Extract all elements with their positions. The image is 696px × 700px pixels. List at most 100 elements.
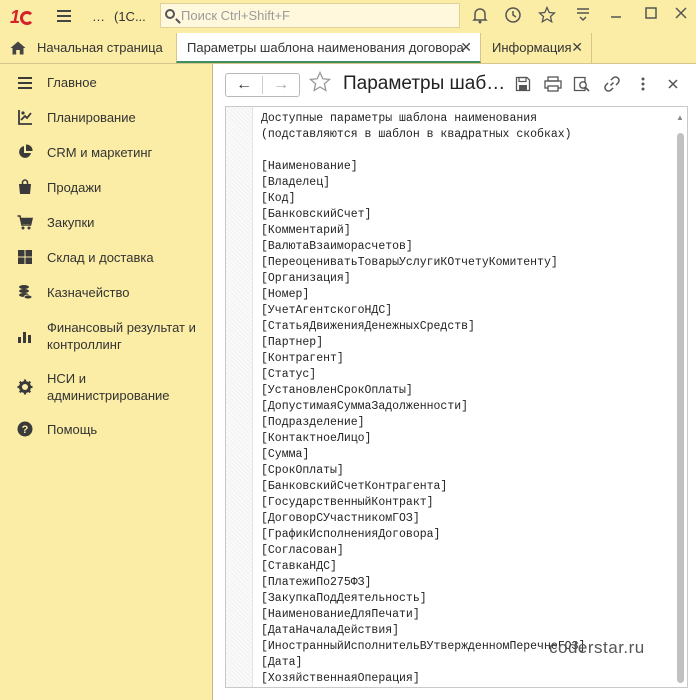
text-line: [УстановленСрокОплаты] [261, 384, 413, 397]
sidebar-item-label: Помощь [47, 422, 98, 437]
bar-chart-icon [18, 332, 31, 343]
text-line: [Организация] [261, 272, 351, 285]
text-line: [Номер] [261, 288, 310, 301]
close-window-icon[interactable] [671, 6, 691, 26]
watermark: coderstar.ru [549, 638, 645, 657]
sidebar-item-label: НСИ и администрирование [47, 371, 170, 403]
close-tab-icon[interactable]: ✕ [571, 33, 583, 62]
more-actions-icon[interactable] [634, 76, 652, 94]
sidebar-item-label: CRM и маркетинг [47, 145, 153, 160]
planning-icon [18, 110, 32, 125]
scrollbar-thumb[interactable] [677, 133, 684, 683]
menu-list-icon [18, 77, 32, 89]
text-line: [ПлатежиПо275ФЗ] [261, 576, 372, 589]
more-dots[interactable]: … [92, 9, 105, 24]
text-line: [УчетАгентскогоНДС] [261, 304, 393, 317]
sidebar-item-label: Склад и доставка [47, 250, 154, 265]
text-line: [Контрагент] [261, 352, 344, 365]
tab-home[interactable]: Начальная страница [0, 33, 175, 63]
tab-information-label: Информация [492, 40, 572, 55]
link-icon[interactable] [603, 76, 621, 94]
tab-template-params-label: Параметры шаблона наименования договора [187, 40, 464, 55]
sidebar-item-label: Финансовый результат и контроллинг [47, 320, 196, 352]
bell-icon[interactable] [470, 6, 490, 26]
text-line: [Владелец] [261, 176, 331, 189]
text-line: [КонтактноеЛицо] [261, 432, 372, 445]
preview-icon[interactable] [573, 76, 591, 94]
search-input[interactable] [181, 7, 451, 24]
back-button[interactable]: ← [226, 74, 262, 96]
text-line: [ПереоцениватьТоварыУслугиКОтчетуКомитен… [261, 256, 558, 269]
text-line: Доступные параметры шаблона наименования [261, 112, 538, 125]
sidebar-item-label: Закупки [47, 215, 95, 230]
home-icon [10, 41, 26, 55]
sidebar-item-label: Планирование [47, 110, 136, 125]
text-line: [ВалютаВзаиморасчетов] [261, 240, 413, 253]
text-gutter [226, 107, 253, 687]
text-line: [Дата] [261, 656, 303, 669]
history-icon[interactable] [503, 6, 523, 26]
nav-buttons: ← → [225, 73, 300, 97]
text-line: [БанковскийСчетКонтрагента] [261, 480, 448, 493]
favorites-icon[interactable] [537, 5, 557, 26]
text-line: [НаименованиеДляПечати] [261, 608, 420, 621]
tab-bar: Начальная страница Параметры шаблона наи… [0, 33, 696, 64]
search-icon [165, 9, 175, 19]
vertical-scrollbar[interactable]: ▲ [673, 107, 687, 687]
text-line: [Сумма] [261, 448, 310, 461]
close-form-icon[interactable] [664, 76, 682, 94]
top-bar: 1 … (1С... [0, 0, 696, 34]
main-menu-icon[interactable] [57, 10, 71, 22]
text-line: [ГосударственныйКонтракт] [261, 496, 434, 509]
help-icon: ? [17, 421, 33, 437]
gear-icon [17, 379, 33, 395]
text-content: Доступные параметры шаблона наименования… [261, 111, 585, 687]
text-line: [ИностранныйИсполнительВУтвержденномПере… [261, 640, 586, 653]
form-title: Параметры шаб… [343, 73, 506, 94]
coins-icon [19, 285, 33, 300]
text-line: [СтавкаНДС] [261, 560, 337, 573]
tab-template-params[interactable]: Параметры шаблона наименования договора … [176, 33, 481, 63]
text-line: [Подразделение] [261, 416, 365, 429]
text-line: [ХозяйственнаяОперация] [261, 672, 420, 685]
text-line: [ГрафикИсполненияДоговора] [261, 528, 441, 541]
text-line: (подставляются в шаблон в квадратных ско… [261, 128, 572, 141]
text-line: [БанковскийСчет] [261, 208, 372, 221]
form-area: ← → Параметры шаб… Доступные параметры ш… [212, 64, 696, 700]
text-line: [ДопустимаяСуммаЗадолженности] [261, 400, 469, 413]
print-icon[interactable] [544, 76, 562, 94]
forward-button[interactable]: → [263, 74, 299, 96]
text-line: [Код] [261, 192, 296, 205]
template-params-text[interactable]: Доступные параметры шаблона наименования… [225, 106, 688, 688]
sidebar-item-label: Продажи [47, 180, 102, 195]
text-line: [СтатьяДвиженияДенежныхСредств] [261, 320, 475, 333]
shopping-bag-icon [19, 179, 31, 194]
app-title: (1С... [114, 9, 146, 24]
text-line [261, 143, 585, 159]
text-line: [ДатаНачалаДействия] [261, 624, 400, 637]
tab-home-label: Начальная страница [37, 40, 163, 55]
maximize-icon[interactable] [641, 6, 661, 26]
text-line: [Статус] [261, 368, 317, 381]
text-line: [ДоговорСУчастникомГОЗ] [261, 512, 420, 525]
svg-text:?: ? [22, 424, 29, 436]
scroll-up-icon[interactable]: ▲ [676, 113, 684, 122]
1c-logo[interactable]: 1 [10, 7, 35, 28]
cart-icon [17, 215, 33, 230]
text-line: [ЗакупкаПодДеятельность] [261, 592, 427, 605]
text-line: [Согласован] [261, 544, 344, 557]
warehouse-icon [18, 250, 32, 264]
favorite-star-icon[interactable] [308, 70, 332, 99]
save-icon[interactable] [514, 76, 532, 94]
sidebar: Главное Планирование CRM и маркетинг Про… [0, 64, 211, 700]
text-line: [Комментарий] [261, 224, 351, 237]
sidebar-item-label: Главное [47, 75, 97, 90]
search-box[interactable] [160, 3, 460, 28]
functions-menu-icon[interactable] [573, 6, 593, 26]
tab-information[interactable]: Информация ✕ [482, 33, 592, 63]
close-tab-icon[interactable]: ✕ [460, 33, 472, 62]
text-line: [Наименование] [261, 160, 358, 173]
text-line: [Партнер] [261, 336, 324, 349]
minimize-icon[interactable] [606, 6, 626, 26]
sidebar-item-label: Казначейство [47, 285, 130, 300]
